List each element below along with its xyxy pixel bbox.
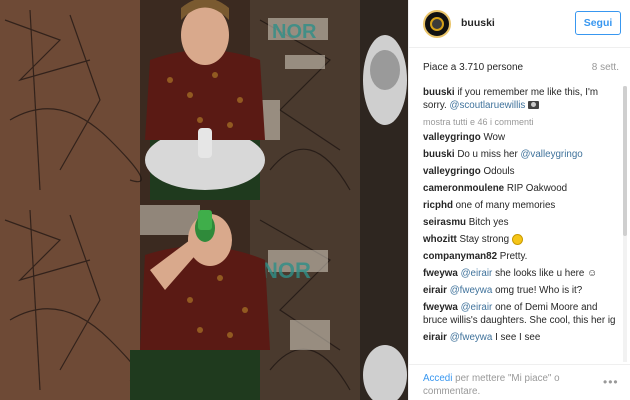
comment-text: Bitch yes — [468, 217, 509, 228]
comment-username[interactable]: ricphd — [423, 200, 453, 211]
comments-list: buuski if you remember me like this, I'm… — [423, 86, 623, 362]
photo-bottom-image: NOR — [0, 200, 408, 400]
comment-username[interactable]: cameronmoulene — [423, 183, 504, 194]
comment-item: eirair @fweywa omg true! Who is it? — [423, 284, 623, 297]
comment-text: Stay strong — [459, 234, 510, 245]
comment-item: whozitt Stay strong — [423, 233, 623, 246]
comment-username[interactable]: valleygringo — [423, 132, 481, 143]
comment-mention[interactable]: @eirair — [461, 268, 493, 279]
comment-username[interactable]: valleygringo — [423, 166, 481, 177]
comment-username[interactable]: fweywa — [423, 268, 458, 279]
comment-text: omg true! Who is it? — [495, 285, 583, 296]
comment-text: Do u miss her — [457, 149, 518, 160]
post-header: buuski Segui — [409, 0, 630, 48]
comment-mention[interactable]: @fweywa — [450, 285, 493, 296]
comment-item: buuski Do u miss her @valleygringo — [423, 148, 623, 161]
comment-username[interactable]: seirasmu — [423, 217, 466, 228]
post-caption: buuski if you remember me like this, I'm… — [423, 86, 623, 112]
comment-text: Pretty. — [499, 251, 528, 262]
avatar-image — [430, 17, 444, 31]
photo-frame-bottom: NOR — [0, 200, 408, 400]
post-photo[interactable]: NOR NOR — [0, 0, 408, 400]
comment-text: one of many memories — [455, 200, 556, 211]
likes-row: Piace a 3.710 persone 8 sett. — [423, 62, 619, 76]
login-link[interactable]: Accedi — [423, 373, 452, 384]
comment-text: Wow — [483, 132, 506, 143]
comment-mention[interactable]: @valleygringo — [520, 149, 582, 160]
comment-username[interactable]: companyman82 — [423, 251, 497, 262]
comment-text: she looks like u here — [495, 268, 585, 279]
comment-username[interactable]: fweywa — [423, 302, 458, 313]
comment-item: cameronmoulene RIP Oakwood — [423, 182, 623, 195]
comment-item: companyman82 Pretty. — [423, 250, 623, 263]
comment-text: RIP Oakwood — [506, 183, 568, 194]
comment-item: valleygringo Wow — [423, 131, 623, 144]
post-details-panel: buuski Segui Piace a 3.710 persone 8 set… — [408, 0, 630, 400]
scrollbar-thumb[interactable] — [623, 86, 627, 236]
comment-text: I see I see — [495, 332, 541, 343]
comment-username[interactable]: whozitt — [423, 234, 457, 245]
comment-username[interactable]: buuski — [423, 149, 455, 160]
login-prompt: Accedi per mettere "Mi piace" o commenta… — [423, 372, 593, 398]
smile-emoji-icon — [511, 233, 523, 245]
smile-outline-icon: ☺ — [587, 268, 598, 279]
comment-item: valleygringo Odouls — [423, 165, 623, 178]
camera-emoji-icon — [528, 101, 540, 110]
caption-mention[interactable]: @scoutlaruewillis — [450, 100, 526, 111]
comment-item: ricphd one of many memories — [423, 199, 623, 212]
post-footer: Accedi per mettere "Mi piace" o commenta… — [409, 364, 630, 400]
comment-mention[interactable]: @fweywa — [450, 332, 493, 343]
show-all-comments-link[interactable]: mostra tutti e 46 i commenti — [423, 117, 623, 127]
post-username[interactable]: buuski — [461, 17, 495, 29]
follow-button[interactable]: Segui — [575, 11, 621, 35]
photo-top-image: NOR — [0, 0, 408, 200]
comments-scrollbar[interactable] — [623, 86, 627, 362]
comment-item: fweywa @eirair one of Demi Moore and bru… — [423, 301, 623, 327]
comment-username[interactable]: eirair — [423, 285, 447, 296]
comment-item: seirasmu Bitch yes — [423, 216, 623, 229]
comment-mention[interactable]: @eirair — [461, 302, 493, 313]
comment-username[interactable]: eirair — [423, 332, 447, 343]
more-options-icon[interactable]: ••• — [603, 375, 619, 389]
svg-text:NOR: NOR — [262, 258, 311, 283]
avatar[interactable] — [423, 10, 451, 38]
comment-item: eirair @fweywa I see I see — [423, 331, 623, 344]
svg-text:NOR: NOR — [272, 21, 317, 43]
post-time[interactable]: 8 sett. — [592, 62, 619, 73]
comment-text: Odouls — [483, 166, 515, 177]
photo-frame-top: NOR — [0, 0, 408, 200]
likes-count[interactable]: Piace a 3.710 persone — [423, 62, 523, 73]
comment-item: fweywa @eirair she looks like u here ☺ — [423, 267, 623, 280]
caption-username[interactable]: buuski — [423, 87, 455, 98]
